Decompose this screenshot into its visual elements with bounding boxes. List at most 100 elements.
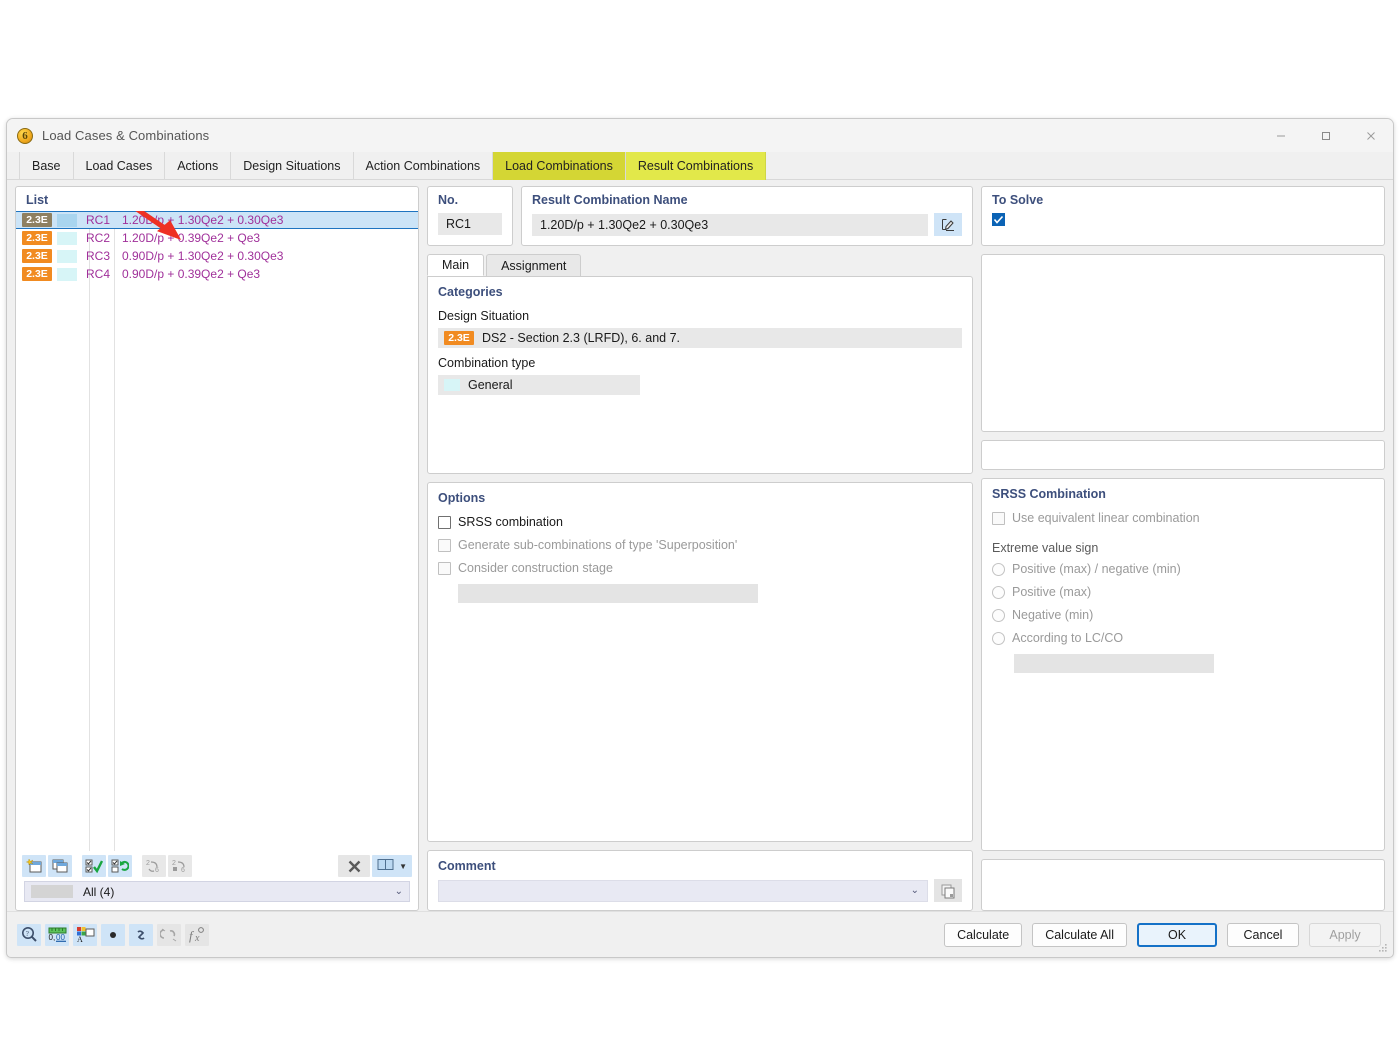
view-columns-icon[interactable]: ▼ (372, 855, 412, 877)
app-dlubal-icon: 6 (16, 127, 34, 145)
dialog-footer: ? 0, 00 A f x Calculate Calculate All OK… (7, 911, 1393, 957)
window-titlebar[interactable]: 6 Load Cases & Combinations (7, 119, 1393, 152)
extreme-value-positive-label: Positive (max) (1012, 585, 1092, 599)
footer-toolbar: ? 0, 00 A f x (17, 923, 209, 946)
row-name: 0.90D/p + 0.39Qe2 + Qe3 (122, 267, 261, 281)
ok-button[interactable]: OK (1137, 922, 1217, 947)
srss-panel-title: SRSS Combination (992, 487, 1106, 501)
extreme-value-negative-option: Negative (min) (992, 608, 1374, 622)
tab-load-combinations[interactable]: Load Combinations (493, 152, 626, 180)
design-situation-badge: 2.3E (22, 249, 52, 263)
maximize-icon[interactable] (1303, 119, 1348, 152)
list-panel: List 2.3E RC1 1.20D/p + 1.30Qe2 + 0.30Qe… (15, 186, 419, 911)
table-row[interactable]: 2.3E RC2 1.20D/p + 0.39Qe2 + Qe3 (16, 229, 418, 247)
extreme-value-negative-radio (992, 608, 1005, 622)
svg-text:A: A (77, 935, 83, 943)
svg-text:0,: 0, (48, 933, 55, 942)
row-number: RC1 (85, 213, 110, 227)
invert-selection-icon[interactable] (108, 855, 132, 877)
row-color-swatch (57, 267, 77, 281)
chevron-down-icon[interactable]: ⌄ (395, 886, 403, 897)
design-situation-value-row[interactable]: 2.3E DS2 - Section 2.3 (LRFD), 6. and 7. (438, 328, 962, 348)
row-name: 1.20D/p + 1.30Qe2 + 0.30Qe3 (122, 213, 284, 227)
table-row[interactable]: 2.3E RC3 0.90D/p + 1.30Qe2 + 0.30Qe3 (16, 247, 418, 265)
apply-button: Apply (1309, 922, 1381, 947)
design-situation-badge: 2.3E (22, 267, 52, 281)
help-search-icon[interactable]: ? (17, 923, 41, 946)
svg-text:?: ? (25, 929, 29, 938)
extreme-value-according-lcco-option: According to LC/CO (992, 631, 1374, 645)
row-number: RC2 (85, 231, 110, 245)
select-all-icon[interactable] (82, 855, 106, 877)
design-situation-value: DS2 - Section 2.3 (LRFD), 6. and 7. (482, 331, 681, 345)
units-decimal-icon[interactable]: 0, 00 (45, 923, 69, 946)
renumber-icon: 2 6 (142, 855, 166, 877)
main-column: Main Assignment Categories Design Situat… (427, 254, 973, 911)
to-solve-checkbox[interactable] (992, 213, 1005, 226)
options-title: Options (438, 491, 486, 505)
link-icon[interactable] (129, 923, 153, 946)
copy-icon[interactable] (934, 879, 962, 902)
chevron-down-icon[interactable]: ⌄ (911, 885, 919, 896)
comment-input[interactable]: ⌄ (438, 879, 928, 902)
dot-icon[interactable] (101, 923, 125, 946)
srss-combination-option[interactable]: SRSS combination (438, 515, 962, 529)
color-legend-icon[interactable]: A (73, 923, 97, 946)
list-filter-combo[interactable]: All (4) ⌄ (24, 881, 410, 902)
generate-subcombinations-option: Generate sub-combinations of type 'Super… (438, 538, 962, 552)
name-label: Result Combination Name (532, 193, 688, 207)
svg-text:6: 6 (181, 867, 185, 874)
generate-subcombinations-label: Generate sub-combinations of type 'Super… (458, 538, 738, 552)
tab-design-situations[interactable]: Design Situations (231, 152, 354, 180)
tab-action-combinations[interactable]: Action Combinations (354, 152, 494, 180)
row-color-swatch (57, 213, 77, 227)
srss-combination-checkbox[interactable] (438, 515, 451, 529)
tab-actions[interactable]: Actions (165, 152, 232, 180)
calculate-button[interactable]: Calculate (944, 922, 1023, 947)
according-lcco-field (1014, 654, 1214, 673)
row-badge-cell: 2.3E (16, 231, 77, 245)
combination-type-value-row[interactable]: General (438, 375, 640, 395)
tab-base[interactable]: Base (19, 152, 74, 180)
to-solve-group: To Solve (981, 186, 1385, 246)
srss-combination-panel: SRSS Combination Use equivalent linear c… (981, 478, 1385, 851)
combination-type-label: Combination type (438, 356, 536, 370)
table-row[interactable]: 2.3E RC4 0.90D/p + 0.39Qe2 + Qe3 (16, 265, 418, 283)
result-combination-name-field[interactable]: 1.20D/p + 1.30Qe2 + 0.30Qe3 (532, 213, 928, 236)
tab-main[interactable]: Main (427, 254, 485, 276)
calculate-all-button[interactable]: Calculate All (1032, 922, 1127, 947)
extreme-value-positive-negative-radio (992, 562, 1005, 576)
cancel-button[interactable]: Cancel (1227, 922, 1299, 947)
tab-load-cases[interactable]: Load Cases (74, 152, 166, 180)
copy-combination-icon[interactable] (48, 855, 72, 877)
resize-grip[interactable] (1377, 942, 1389, 954)
edit-pencil-icon[interactable] (934, 213, 962, 236)
combination-type-value: General (468, 378, 513, 392)
design-situation-badge: 2.3E (22, 213, 52, 227)
consider-construction-stage-option: Consider construction stage (438, 561, 962, 575)
dialog-body: List 2.3E RC1 1.20D/p + 1.30Qe2 + 0.30Qe… (7, 180, 1393, 911)
tab-result-combinations[interactable]: Result Combinations (625, 152, 767, 180)
tab-assignment[interactable]: Assignment (486, 254, 582, 276)
generate-subcombinations-checkbox (438, 538, 451, 552)
row-name: 0.90D/p + 1.30Qe2 + 0.30Qe3 (122, 249, 284, 263)
delete-icon[interactable] (338, 855, 371, 877)
consider-construction-stage-label: Consider construction stage (458, 561, 613, 575)
table-row[interactable]: 2.3E RC1 1.20D/p + 1.30Qe2 + 0.30Qe3 (16, 211, 418, 229)
list-title: List (26, 193, 49, 207)
design-situation-badge: 2.3E (444, 331, 474, 345)
row-color-swatch (57, 249, 77, 263)
details-panel: No. RC1 Result Combination Name 1.20D/p … (427, 186, 1385, 911)
comment-title: Comment (438, 859, 496, 873)
combinations-list[interactable]: 2.3E RC1 1.20D/p + 1.30Qe2 + 0.30Qe3 2.3… (16, 211, 418, 851)
main-tabbar: Base Load Cases Actions Design Situation… (7, 152, 1393, 180)
formula-icon: f x (185, 923, 209, 946)
load-cases-combinations-dialog: 6 Load Cases & Combinations Base Load Ca… (6, 118, 1394, 958)
close-icon[interactable] (1348, 119, 1393, 152)
chevron-down-icon[interactable]: ▼ (397, 862, 412, 871)
svg-text:00: 00 (56, 933, 65, 942)
design-situation-label: Design Situation (438, 309, 530, 323)
minimize-icon[interactable] (1258, 119, 1303, 152)
row-number: RC3 (85, 249, 110, 263)
new-combination-icon[interactable] (22, 855, 46, 877)
